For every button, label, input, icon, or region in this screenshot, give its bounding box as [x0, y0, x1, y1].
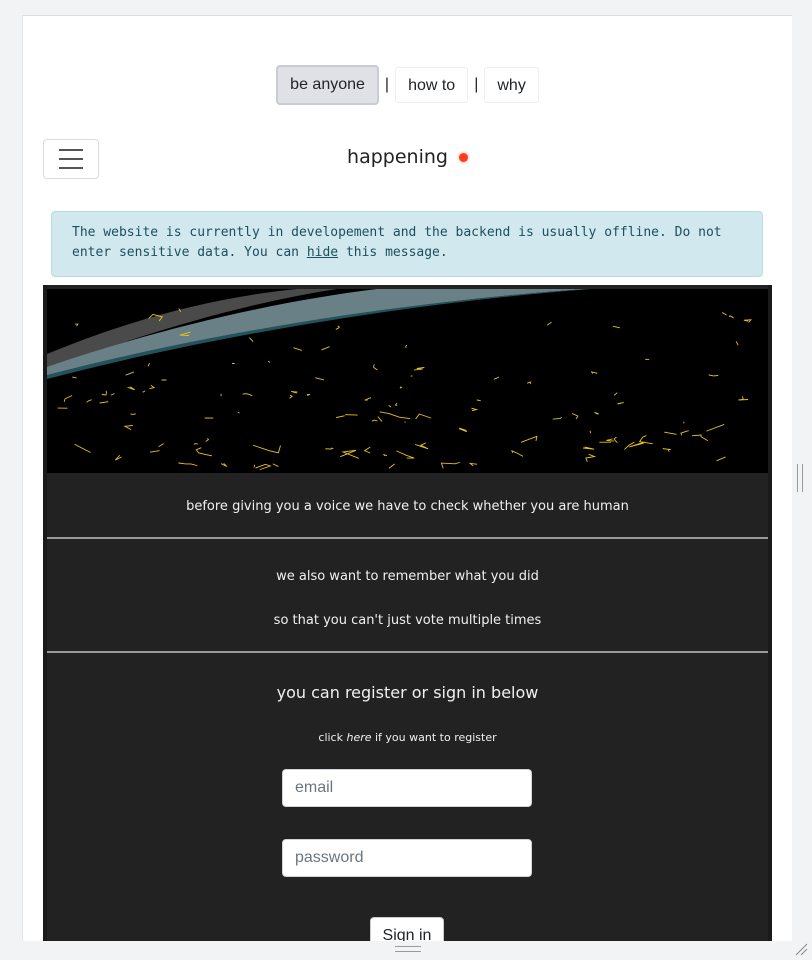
trail — [253, 464, 256, 468]
email-field[interactable] — [282, 769, 532, 807]
tab-be-anyone[interactable]: be anyone — [276, 65, 379, 105]
human-check-text: before giving you a voice we have to che… — [186, 499, 629, 514]
remember-text-1: we also want to remember what you did — [276, 569, 539, 584]
hide-alert-link[interactable]: hide — [307, 245, 338, 260]
register-hint: click here if you want to register — [47, 731, 768, 744]
horizontal-resize-handle-icon[interactable] — [395, 946, 421, 952]
remember-text-2: so that you can't just vote multiple tim… — [273, 613, 542, 628]
site-title-text: happening — [347, 146, 448, 168]
site-title: happening — [23, 146, 792, 168]
nav-separator: | — [384, 76, 390, 93]
register-suffix: if you want to register — [371, 731, 497, 744]
trail — [130, 413, 136, 415]
divider — [47, 537, 768, 539]
dev-notice-alert: The website is currently in developement… — [51, 211, 763, 277]
trail — [237, 411, 240, 414]
starfield-banner — [47, 289, 768, 473]
live-indicator-icon — [458, 152, 468, 162]
trail — [267, 361, 271, 363]
trail — [589, 430, 592, 434]
vertical-resize-handle-icon[interactable] — [797, 464, 803, 492]
password-field[interactable] — [282, 839, 532, 877]
register-heading: you can register or sign in below — [276, 683, 539, 702]
nav-separator: | — [474, 76, 479, 93]
tab-why[interactable]: why — [484, 67, 539, 103]
tab-how-to[interactable]: how to — [395, 67, 469, 103]
corner-resize-handle-icon[interactable] — [794, 942, 808, 956]
register-prefix: click — [318, 731, 347, 744]
alert-text-end: this message. — [338, 245, 448, 260]
register-here-link[interactable]: here — [346, 731, 371, 744]
sign-in-button[interactable]: Sign in — [370, 917, 444, 941]
divider — [47, 651, 768, 653]
signin-panel: before giving you a voice we have to che… — [43, 285, 772, 941]
browser-viewport: be anyone | how to | why happening The w… — [22, 15, 792, 941]
top-nav: be anyone | how to | why — [23, 65, 792, 105]
